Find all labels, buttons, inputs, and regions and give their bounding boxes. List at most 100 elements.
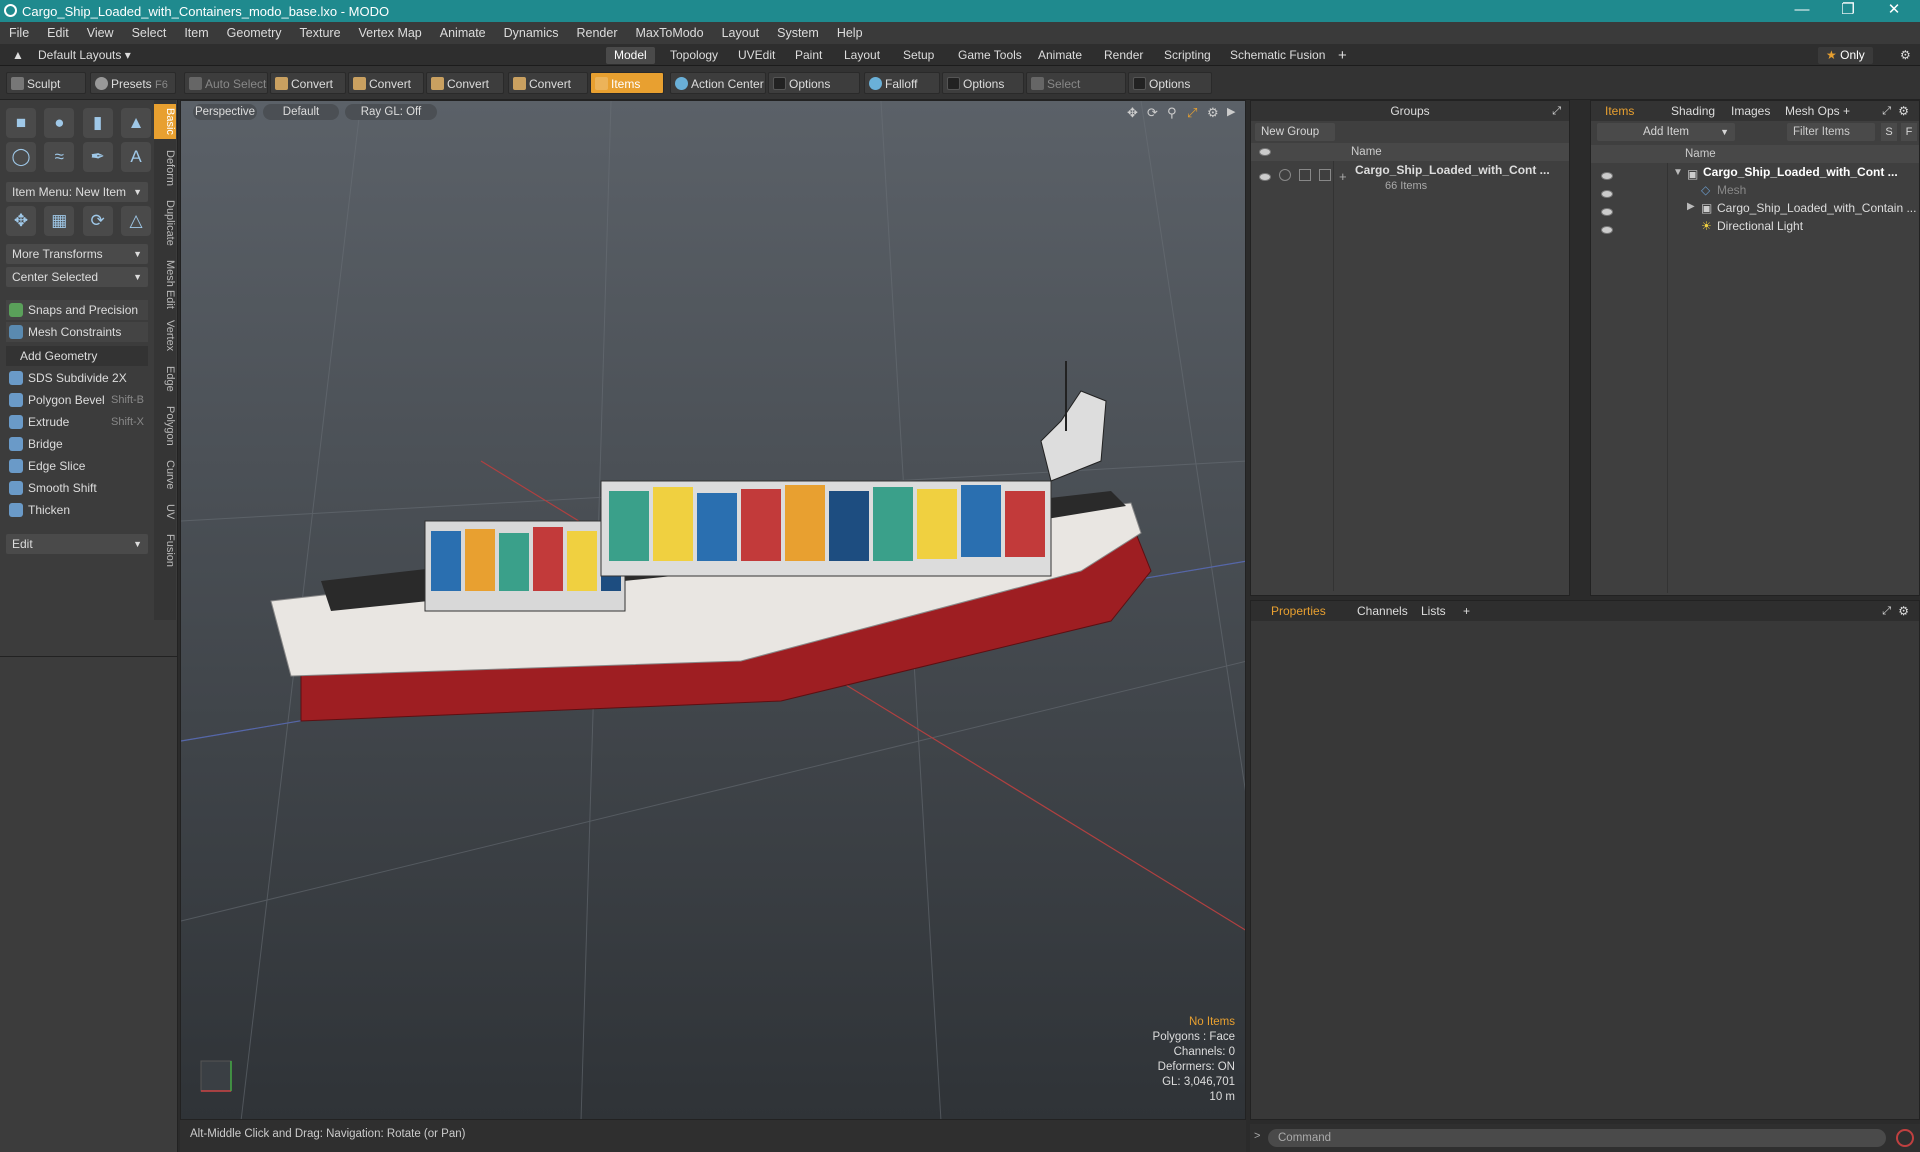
grid-icon[interactable]: ▦ [44, 206, 75, 236]
options-button-1[interactable]: Options [768, 72, 860, 94]
menu-edit[interactable]: Edit [38, 26, 78, 40]
options-button-3[interactable]: Options [1128, 72, 1212, 94]
render-toggle-icon[interactable] [1279, 169, 1291, 181]
vtab-mesh-edit[interactable]: Mesh Edit [154, 256, 176, 313]
f-toggle[interactable]: F [1901, 123, 1917, 141]
eye-icon[interactable] [1601, 226, 1613, 234]
tab-channels[interactable]: Channels [1357, 601, 1408, 621]
menu-texture[interactable]: Texture [291, 26, 350, 40]
scale-icon[interactable]: △ [120, 206, 151, 236]
tab-properties[interactable]: Properties [1271, 601, 1326, 621]
menu-help[interactable]: Help [828, 26, 872, 40]
minimize-button[interactable]: — [1782, 0, 1822, 22]
tab-layout[interactable]: Layout [836, 47, 888, 64]
expand-icon[interactable]: ⤢ [1882, 101, 1891, 121]
gear-icon[interactable]: ⚙ [1892, 47, 1919, 64]
convert-button-3[interactable]: Convert [426, 72, 504, 94]
expand-icon[interactable]: ⤢ [1882, 601, 1891, 621]
tab-render[interactable]: Render [1096, 47, 1151, 64]
vtab-duplicate[interactable]: Duplicate [154, 196, 176, 250]
viewport-settings-icon[interactable]: ⚙ [1207, 105, 1219, 121]
eye-icon[interactable] [1601, 190, 1613, 198]
rotate-icon[interactable]: ⟳ [82, 206, 113, 236]
tool-sds-subdivide[interactable]: SDS Subdivide 2X [6, 368, 148, 388]
select-through-button[interactable]: Select Through [1026, 72, 1126, 113]
command-input[interactable]: Command [1268, 1129, 1886, 1147]
item-menu-dropdown[interactable]: Item Menu: New Item ▼ [6, 182, 148, 202]
vtab-fusion[interactable]: Fusion [154, 530, 176, 571]
menu-vertex-map[interactable]: Vertex Map [350, 26, 431, 40]
tool-edge-slice[interactable]: Edge Slice [6, 456, 148, 476]
vtab-uv[interactable]: UV [154, 500, 176, 523]
vtab-polygon[interactable]: Polygon [154, 402, 176, 450]
tool-bridge[interactable]: Bridge [6, 434, 148, 454]
text-icon[interactable]: A [120, 142, 151, 172]
menu-dynamics[interactable]: Dynamics [495, 26, 568, 40]
options-button-2[interactable]: Options [942, 72, 1024, 94]
add-tab-icon[interactable]: + [1463, 601, 1470, 621]
s-toggle[interactable]: S [1881, 123, 1897, 141]
menu-maxtomodo[interactable]: MaxToModo [627, 26, 713, 40]
vtab-curve[interactable]: Curve [154, 456, 176, 493]
tool-smooth-shift[interactable]: Smooth Shift [6, 478, 148, 498]
item-row-light[interactable]: Directional Light [1717, 217, 1917, 235]
menu-system[interactable]: System [768, 26, 828, 40]
only-toggle[interactable]: ★ Only [1818, 47, 1873, 64]
eye-icon[interactable] [1601, 172, 1613, 180]
sculpt-button[interactable]: Sculpt [6, 72, 86, 94]
tool-extrude[interactable]: Extrude Shift-X [6, 412, 148, 432]
menu-file[interactable]: File [0, 26, 38, 40]
menu-select[interactable]: Select [123, 26, 176, 40]
tab-items[interactable]: Items [1605, 101, 1634, 121]
pan-icon[interactable]: ✥ [1127, 105, 1138, 121]
edit-dropdown[interactable]: Edit ▼ [6, 534, 148, 554]
perspective-button[interactable]: Perspective [193, 104, 257, 120]
pen-icon[interactable]: ✒ [82, 142, 113, 172]
tab-animate[interactable]: Animate [1030, 47, 1090, 64]
tab-topology[interactable]: Topology [662, 47, 726, 64]
item-row-mesh[interactable]: Mesh [1717, 181, 1917, 199]
action-center-button[interactable]: Action Center [670, 72, 766, 94]
transform-icon[interactable]: ✥ [6, 206, 36, 236]
menu-layout[interactable]: Layout [713, 26, 769, 40]
items-mode-button[interactable]: Items [590, 72, 664, 94]
convert-button-4[interactable]: Convert [508, 72, 588, 94]
vtab-basic[interactable]: Basic [154, 104, 176, 139]
tab-game-tools[interactable]: Game Tools [950, 47, 1030, 64]
add-geometry-section[interactable]: Add Geometry [6, 346, 148, 366]
add-tab-button[interactable]: + [1330, 47, 1355, 64]
layout-pin-icon[interactable]: ▲ [4, 47, 32, 64]
item-row-group[interactable]: Cargo_Ship_Loaded_with_Contain ... [1717, 199, 1917, 217]
rotate-view-icon[interactable]: ⟳ [1147, 105, 1158, 121]
record-icon[interactable] [1896, 1129, 1914, 1147]
viewport-menu-icon[interactable]: ▶ [1227, 105, 1235, 118]
vtab-deform[interactable]: Deform [154, 146, 176, 190]
eye-icon[interactable] [1601, 208, 1613, 216]
tab-setup[interactable]: Setup [895, 47, 942, 64]
tab-model[interactable]: Model [606, 47, 655, 64]
falloff-button[interactable]: Falloff [864, 72, 940, 94]
filter-items-input[interactable]: Filter Items [1787, 123, 1875, 141]
collapse-arrow-icon[interactable]: ▼ [1673, 167, 1683, 178]
menu-render[interactable]: Render [568, 26, 627, 40]
zoom-icon[interactable]: ⚲ [1167, 105, 1177, 121]
sphere-icon[interactable]: ● [44, 108, 75, 138]
menu-item[interactable]: Item [175, 26, 217, 40]
tab-shading[interactable]: Shading [1671, 101, 1715, 121]
center-selected-dropdown[interactable]: Center Selected ▼ [6, 267, 148, 287]
default-layouts-dropdown[interactable]: Default Layouts ▾ [30, 47, 139, 64]
new-group-button[interactable]: New Group [1255, 123, 1335, 141]
eye-icon[interactable] [1259, 173, 1271, 181]
gear-icon[interactable]: ⚙ [1898, 601, 1909, 621]
vtab-vertex[interactable]: Vertex [154, 316, 176, 355]
cylinder-icon[interactable]: ▮ [82, 108, 113, 138]
raygl-button[interactable]: Ray GL: Off [345, 104, 437, 120]
mesh-constraints-button[interactable]: Mesh Constraints [6, 322, 148, 342]
shading-default-button[interactable]: Default [263, 104, 339, 120]
auto-select-button[interactable]: Auto Select [184, 72, 268, 94]
torus-icon[interactable]: ◯ [6, 142, 36, 172]
tab-paint[interactable]: Paint [787, 47, 830, 64]
more-transforms-dropdown[interactable]: More Transforms ▼ [6, 244, 148, 264]
close-button[interactable]: ✕ [1874, 0, 1914, 22]
gear-icon[interactable]: ⚙ [1898, 101, 1909, 121]
